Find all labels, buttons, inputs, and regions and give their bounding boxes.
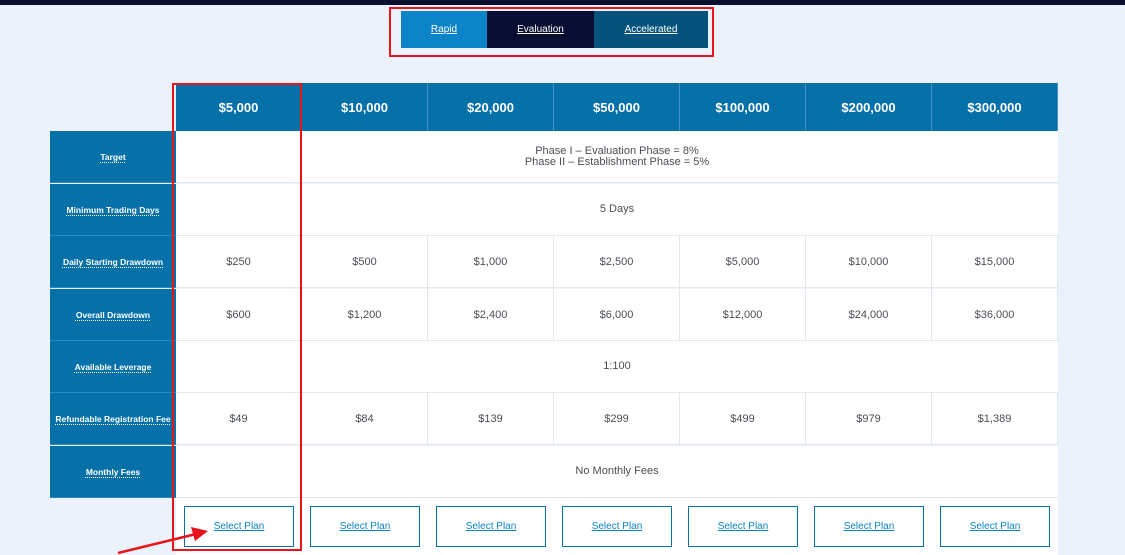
row-label-overall-drawdown: Overall Drawdown xyxy=(50,289,176,341)
plan-header-5: $100,000 xyxy=(680,83,806,131)
tab-accelerated[interactable]: Accelerated xyxy=(594,11,708,48)
top-bar xyxy=(0,0,1125,5)
monthly-fees-value: No Monthly Fees xyxy=(176,446,1058,498)
select-plan-button-5[interactable]: Select Plan xyxy=(688,506,798,547)
minimum-trading-days-value: 5 Days xyxy=(176,184,1058,236)
select-plan-button-1[interactable]: Select Plan xyxy=(184,506,294,547)
select-plan-button-4[interactable]: Select Plan xyxy=(562,506,672,547)
row-label-minimum-trading-days: Minimum Trading Days xyxy=(50,184,176,236)
refundable-registration-fee-value: $499 xyxy=(680,393,806,445)
overall-drawdown-value: $6,000 xyxy=(554,289,680,341)
plan-header-3: $20,000 xyxy=(428,83,554,131)
daily-starting-drawdown-value: $10,000 xyxy=(806,236,932,288)
row-label-monthly-fees: Monthly Fees xyxy=(50,446,176,498)
plan-header-4: $50,000 xyxy=(554,83,680,131)
refundable-registration-fee-value: $979 xyxy=(806,393,932,445)
overall-drawdown-value: $1,200 xyxy=(302,289,428,341)
plan-type-tabs: Rapid Evaluation Accelerated xyxy=(401,11,708,48)
row-label-refundable-registration-fee: Refundable Registration Fee xyxy=(50,393,176,445)
row-label-text: Minimum Trading Days xyxy=(66,204,160,215)
tab-evaluation[interactable]: Evaluation xyxy=(487,11,594,48)
refundable-registration-fee-value: $1,389 xyxy=(932,393,1058,445)
plan-header-6: $200,000 xyxy=(806,83,932,131)
select-plan-button-7[interactable]: Select Plan xyxy=(940,506,1050,547)
plan-header-1: $5,000 xyxy=(176,83,302,131)
overall-drawdown-value: $600 xyxy=(176,289,302,341)
daily-starting-drawdown-value: $1,000 xyxy=(428,236,554,288)
row-label-text: Daily Starting Drawdown xyxy=(62,256,164,267)
daily-starting-drawdown-value: $2,500 xyxy=(554,236,680,288)
overall-drawdown-value: $24,000 xyxy=(806,289,932,341)
target-phase-one: Phase I – Evaluation Phase = 8% xyxy=(535,144,699,157)
target-phase-two: Phase II – Establishment Phase = 5% xyxy=(524,155,710,168)
tab-rapid[interactable]: Rapid xyxy=(401,11,487,48)
row-label-daily-starting-drawdown: Daily Starting Drawdown xyxy=(50,236,176,288)
target-value: Phase I – Evaluation Phase = 8% Phase II … xyxy=(176,131,1058,183)
row-label-target: Target xyxy=(50,131,176,183)
overall-drawdown-value: $36,000 xyxy=(932,289,1058,341)
overall-drawdown-value: $2,400 xyxy=(428,289,554,341)
daily-starting-drawdown-value: $5,000 xyxy=(680,236,806,288)
daily-starting-drawdown-value: $250 xyxy=(176,236,302,288)
plan-header-2: $10,000 xyxy=(302,83,428,131)
select-plan-button-3[interactable]: Select Plan xyxy=(436,506,546,547)
row-label-text: Available Leverage xyxy=(74,361,152,372)
refundable-registration-fee-value: $84 xyxy=(302,393,428,445)
row-label-text: Monthly Fees xyxy=(85,466,141,477)
row-label-text: Overall Drawdown xyxy=(75,309,151,320)
select-plan-button-6[interactable]: Select Plan xyxy=(814,506,924,547)
row-label-text: Target xyxy=(100,151,126,162)
daily-starting-drawdown-value: $15,000 xyxy=(932,236,1058,288)
available-leverage-value: 1:100 xyxy=(176,341,1058,393)
select-plan-button-2[interactable]: Select Plan xyxy=(310,506,420,547)
plan-header-7: $300,000 xyxy=(932,83,1058,131)
overall-drawdown-value: $12,000 xyxy=(680,289,806,341)
row-label-text: Refundable Registration Fee xyxy=(55,413,171,424)
daily-starting-drawdown-value: $500 xyxy=(302,236,428,288)
refundable-registration-fee-value: $139 xyxy=(428,393,554,445)
refundable-registration-fee-value: $299 xyxy=(554,393,680,445)
refundable-registration-fee-value: $49 xyxy=(176,393,302,445)
row-label-available-leverage: Available Leverage xyxy=(50,341,176,393)
